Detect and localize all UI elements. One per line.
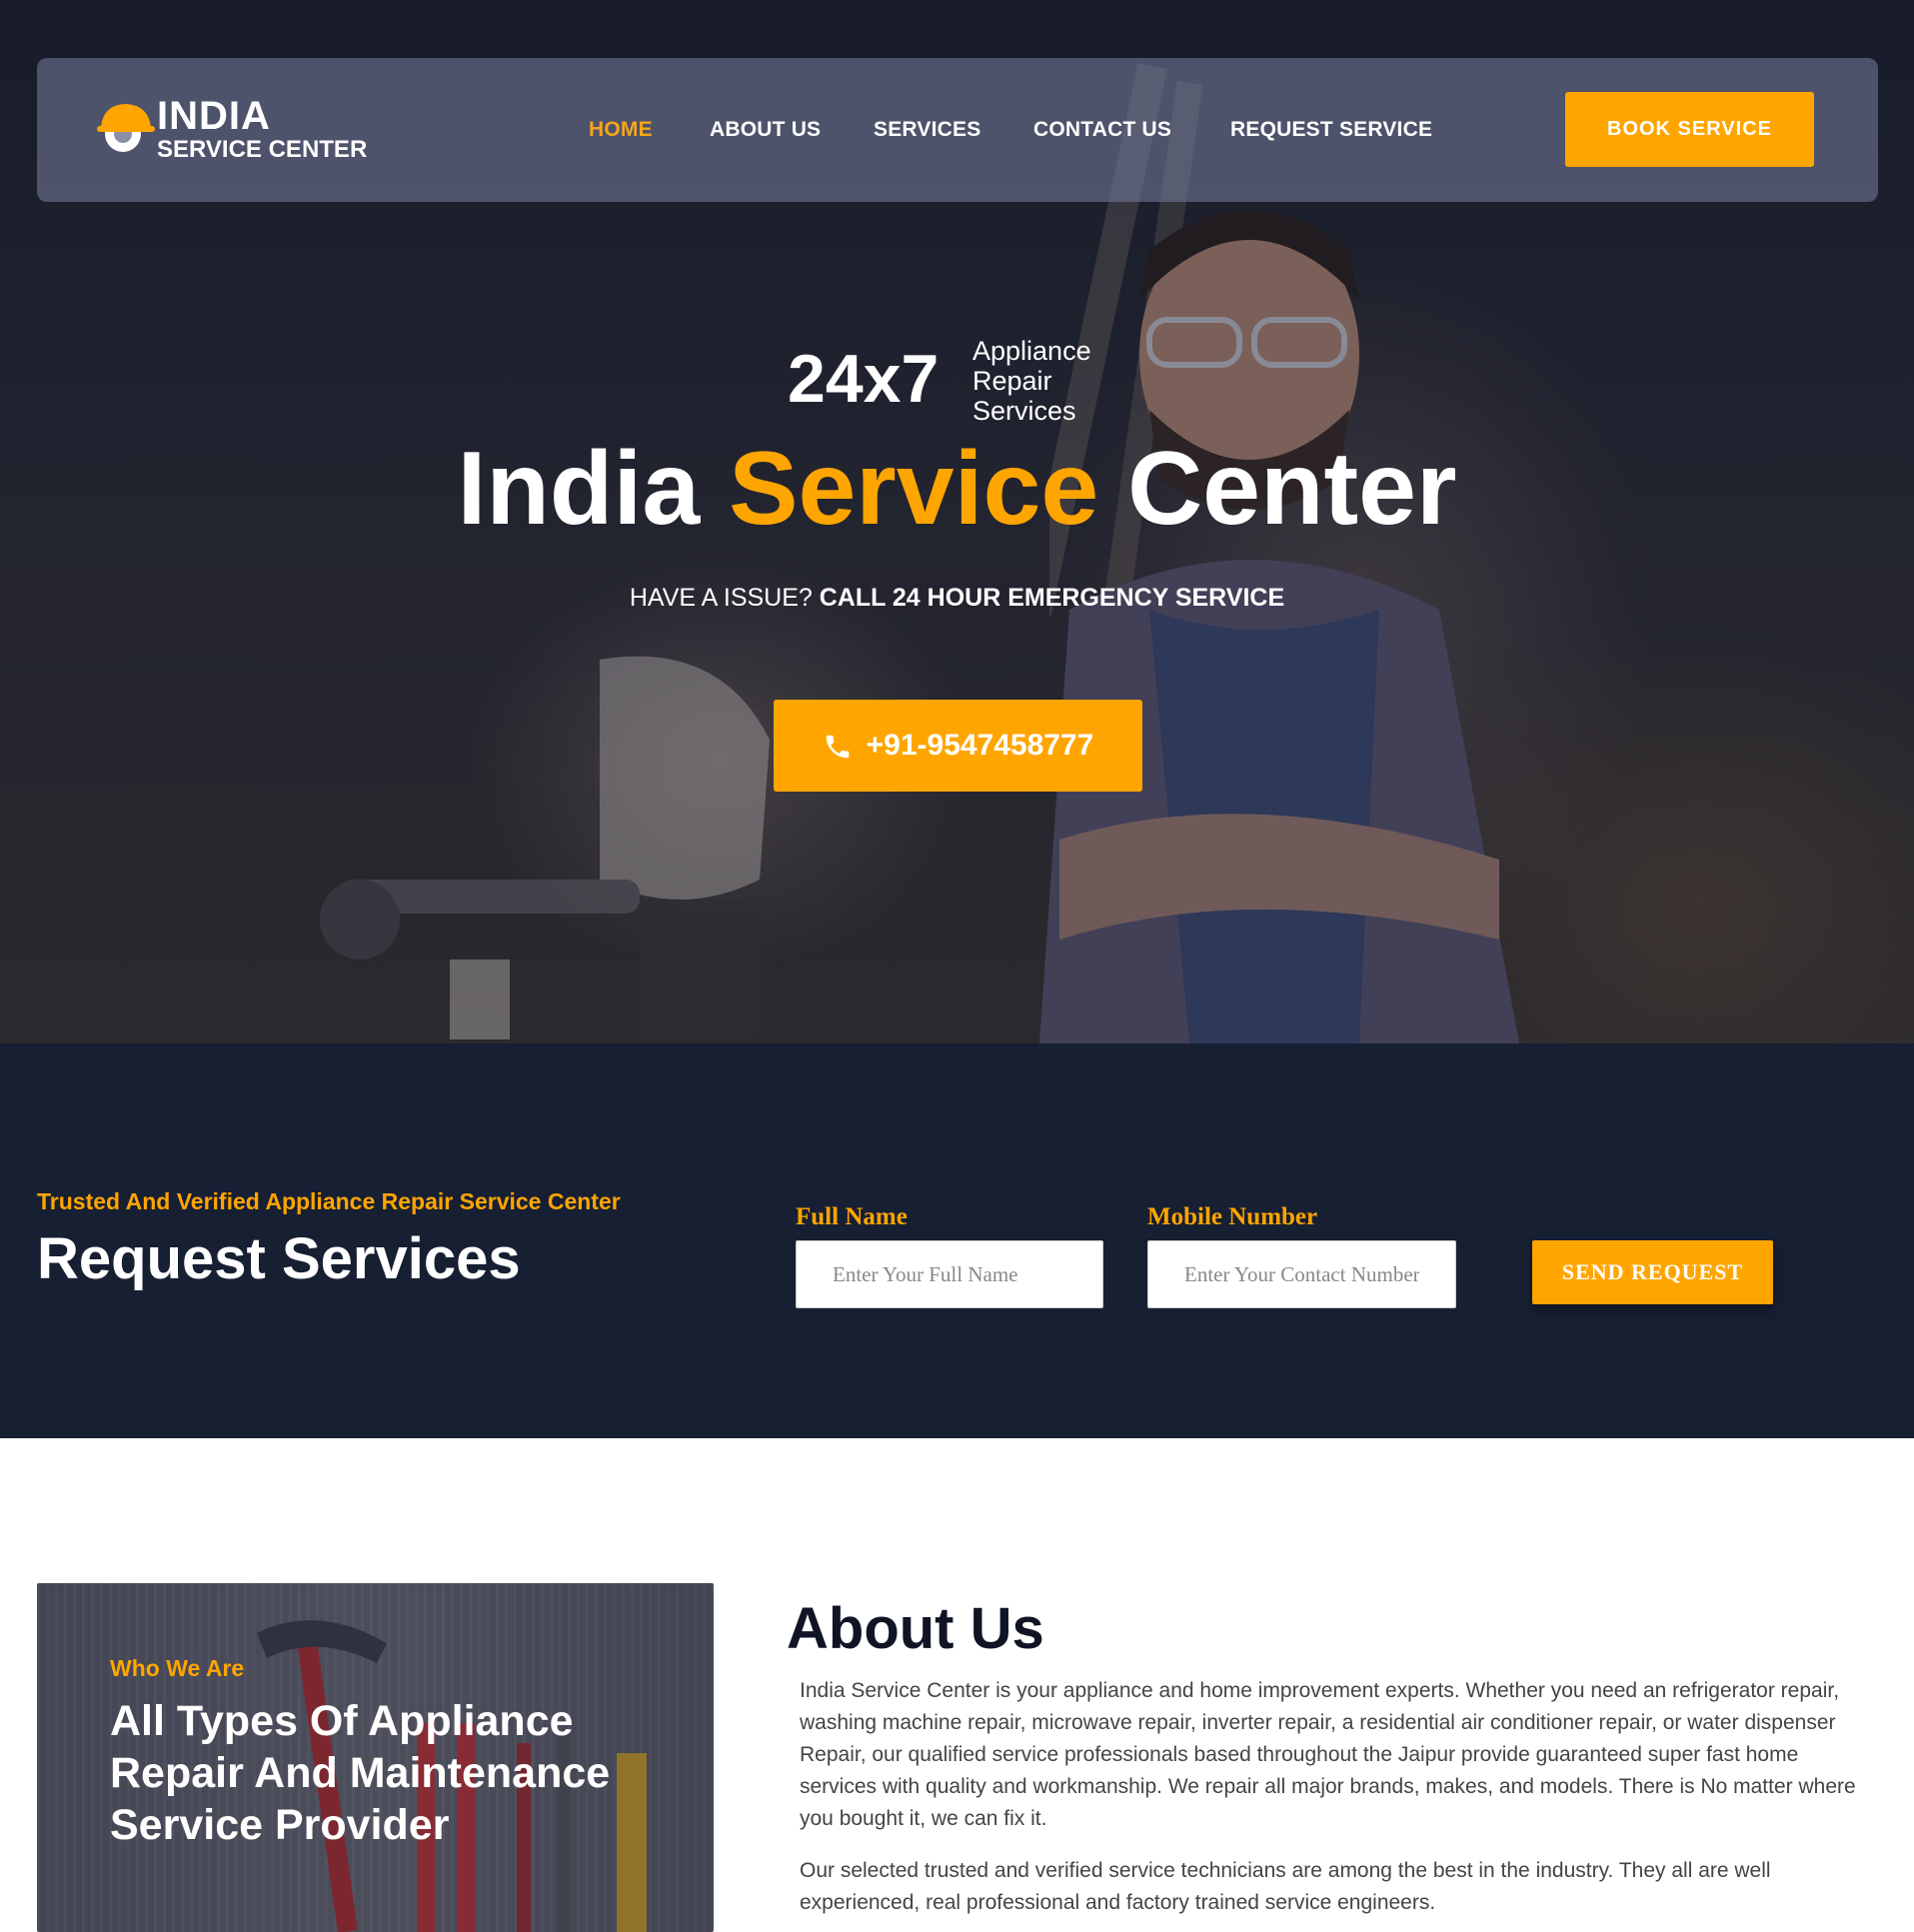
helmet-gear-logo-icon	[97, 104, 155, 152]
hero-badge-line: Services	[972, 396, 1076, 426]
about-us-title: About Us	[787, 1596, 1044, 1661]
request-services-section: Trusted And Verified Appliance Repair Se…	[0, 1043, 1914, 1438]
hero-subtitle-plain: HAVE A ISSUE?	[629, 584, 820, 612]
nav-link-contact-us[interactable]: CONTACT US	[1033, 118, 1171, 142]
hero-section: INDIA SERVICE CENTER HOME ABOUT US SERVI…	[0, 0, 1914, 1043]
hero-subtitle: HAVE A ISSUE? CALL 24 HOUR EMERGENCY SER…	[0, 584, 1914, 613]
card-title: All Types Of Appliance Repair And Mainte…	[110, 1697, 611, 1849]
hero-badge-line: Appliance	[972, 336, 1091, 366]
site-logo[interactable]: INDIA SERVICE CENTER	[95, 94, 385, 164]
hero-subtitle-bold: CALL 24 HOUR EMERGENCY SERVICE	[819, 584, 1285, 612]
full-name-label: Full Name	[796, 1203, 908, 1230]
send-request-button[interactable]: SEND REQUEST	[1532, 1240, 1773, 1304]
mobile-number-label: Mobile Number	[1147, 1203, 1318, 1230]
phone-number-label: +91-9547458777	[866, 729, 1094, 762]
hero-badge-line: Repair	[972, 366, 1052, 396]
phone-icon	[826, 735, 849, 759]
nav-link-home[interactable]: HOME	[589, 118, 653, 142]
about-paragraph: Our selected trusted and verified servic…	[800, 1859, 1771, 1914]
hero-title-accent: Service	[729, 431, 1099, 547]
hero-badge-text: Appliance Repair Services	[972, 336, 1091, 426]
full-name-input[interactable]	[796, 1240, 1103, 1308]
request-title: Request Services	[37, 1226, 521, 1291]
card-tagline: Who We Are	[110, 1655, 245, 1681]
hero-title-part: Center	[1098, 431, 1457, 547]
hero-title-part: India	[457, 431, 730, 547]
logo-title: INDIA	[157, 94, 271, 138]
nav-link-services[interactable]: SERVICES	[874, 118, 980, 142]
nav-link-about-us[interactable]: ABOUT US	[710, 118, 821, 142]
mobile-number-input[interactable]	[1147, 1240, 1456, 1308]
nav-link-request-service[interactable]: REQUEST SERVICE	[1230, 118, 1432, 142]
main-navbar: INDIA SERVICE CENTER HOME ABOUT US SERVI…	[37, 58, 1878, 202]
hero-badge-number: 24x7	[788, 341, 940, 417]
who-we-are-card: Who We Are All Types Of Appliance Repair…	[37, 1583, 714, 1932]
about-paragraph: India Service Center is your appliance a…	[800, 1679, 1856, 1830]
book-service-button[interactable]: BOOK SERVICE	[1565, 92, 1814, 167]
request-tagline: Trusted And Verified Appliance Repair Se…	[37, 1188, 621, 1214]
call-phone-button[interactable]: +91-9547458777	[774, 700, 1142, 792]
hero-title: India Service Center	[0, 430, 1914, 549]
logo-subtitle: SERVICE CENTER	[157, 136, 368, 163]
